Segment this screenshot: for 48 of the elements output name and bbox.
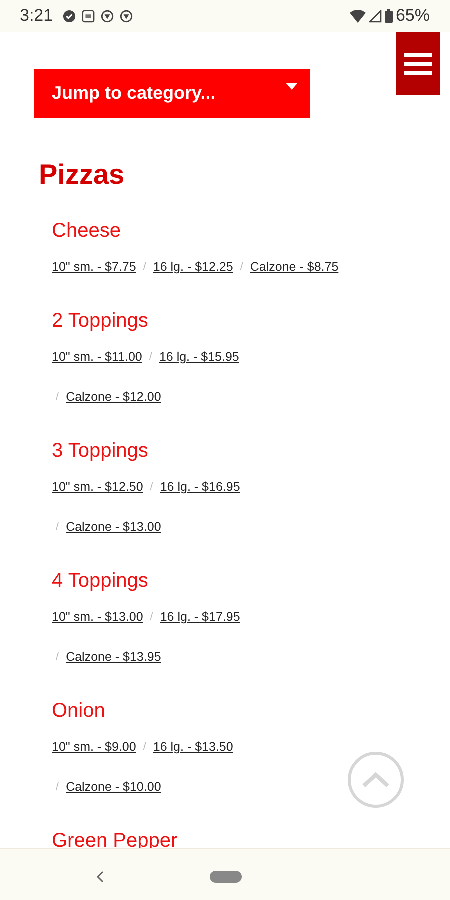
clock: 3:21	[20, 5, 54, 28]
item-name: Onion	[52, 699, 106, 723]
battery-percent: 65%	[396, 5, 430, 28]
price-link[interactable]: 16 lg. - $15.95	[159, 348, 240, 366]
item-name: 4 Toppings	[52, 569, 148, 593]
wifi-icon	[350, 10, 366, 22]
separator: /	[150, 610, 154, 625]
calendar-icon	[82, 10, 96, 22]
separator: /	[56, 520, 60, 535]
separator: /	[150, 480, 154, 495]
price-link[interactable]: 10" sm. - $11.00	[52, 348, 142, 366]
price-link[interactable]: Calzone - $13.00	[66, 518, 162, 536]
item-name: 2 Toppings	[52, 309, 148, 333]
price-link[interactable]: Calzone - $13.95	[66, 648, 162, 666]
separator: /	[56, 390, 60, 405]
battery-icon	[384, 9, 393, 23]
separator: /	[143, 740, 146, 755]
menu-icon	[404, 52, 432, 74]
separator: /	[240, 260, 244, 275]
chevron-up-icon	[362, 772, 390, 788]
price-link[interactable]: 16 lg. - $13.50	[153, 738, 234, 756]
price-link[interactable]: Calzone - $8.75	[250, 258, 339, 276]
price-link[interactable]: 16 lg. - $12.25	[153, 258, 234, 276]
price-link[interactable]: 16 lg. - $17.95	[160, 608, 240, 626]
category-dropdown[interactable]: Jump to category...	[34, 69, 310, 118]
separator: /	[56, 650, 60, 665]
item-name: Cheese	[52, 219, 121, 243]
price-link[interactable]: Calzone - $12.00	[66, 388, 162, 406]
separator: /	[143, 260, 146, 275]
check-circle-icon	[63, 10, 76, 22]
signal-icon	[368, 10, 382, 22]
circle-icon	[120, 10, 134, 22]
price-link[interactable]: 10" sm. - $9.00	[52, 738, 136, 756]
price-link[interactable]: 10" sm. - $7.75	[52, 258, 136, 276]
back-icon	[96, 871, 104, 883]
separator: /	[149, 350, 152, 365]
item-name: 3 Toppings	[52, 439, 148, 463]
price-link[interactable]: 10" sm. - $12.50	[52, 478, 144, 496]
item-name: Green Pepper	[52, 829, 178, 853]
circle-icon	[101, 10, 114, 22]
price-link[interactable]: 10" sm. - $13.00	[52, 608, 144, 626]
menu-button[interactable]	[396, 32, 440, 95]
caret-icon	[286, 83, 298, 90]
separator: /	[56, 780, 60, 795]
home-button[interactable]	[210, 871, 242, 883]
section-heading: Pizzas	[39, 158, 126, 192]
price-link[interactable]: 16 lg. - $16.95	[160, 478, 240, 496]
price-link[interactable]: Calzone - $10.00	[66, 778, 162, 796]
